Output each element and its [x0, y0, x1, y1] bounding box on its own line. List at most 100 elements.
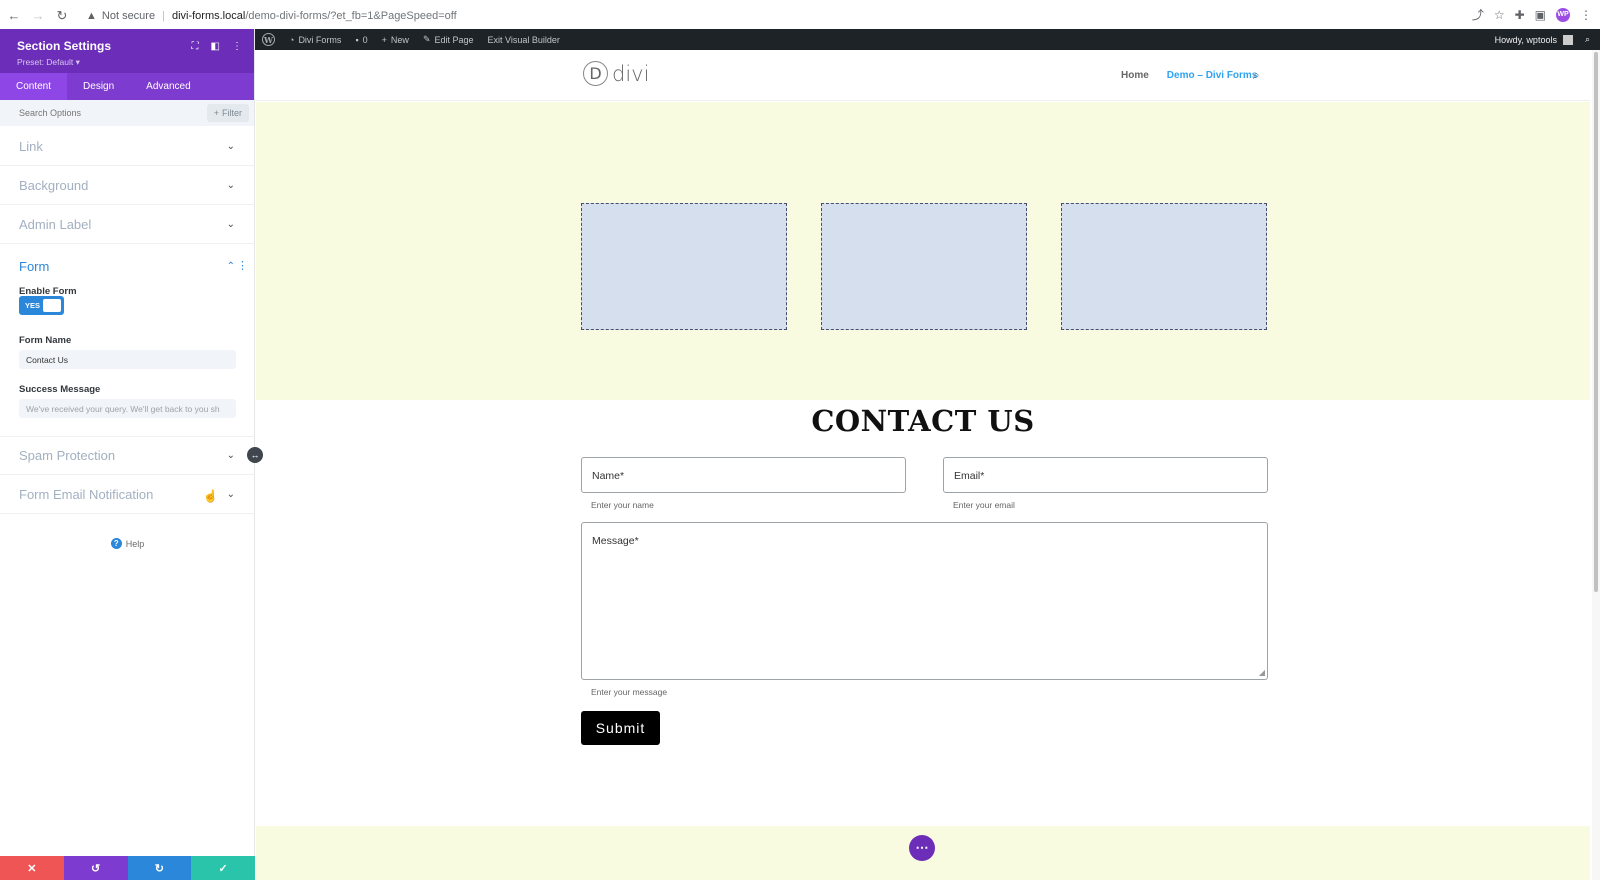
toggle-admin-label[interactable]: Admin Label ⌄ — [0, 205, 255, 244]
wp-account-area[interactable]: Howdy, wptools ⌕ — [1495, 34, 1590, 45]
plus-icon: + — [213, 108, 219, 118]
site-name-link[interactable]: ◔ Divi Forms — [282, 35, 348, 45]
chevron-down-icon: ⌄ — [226, 140, 235, 152]
greeting-label: Howdy, wptools — [1494, 34, 1557, 45]
message-help-text: Enter your message — [591, 687, 668, 697]
toggle-label: Admin Label — [19, 216, 92, 232]
security-label: Not secure — [101, 9, 156, 22]
wp-admin-bar: W ◔ Divi Forms ▪ 0 + New ✎ Edit Page Exi… — [255, 29, 1600, 50]
success-message-label: Success Message — [19, 384, 101, 395]
edit-page-link[interactable]: ✎ Edit Page — [416, 34, 481, 45]
logo-text: divi — [612, 61, 650, 86]
reload-icon[interactable]: ↻ — [52, 6, 72, 26]
textarea-resize-icon[interactable]: ◢ — [1259, 668, 1265, 677]
toggle-label: Background — [19, 177, 89, 193]
submit-button[interactable]: Submit — [581, 711, 660, 745]
help-icon: ? — [110, 538, 122, 549]
nav-item-demo-divi-forms[interactable]: Demo – Divi Forms — [1167, 70, 1258, 81]
checkmark-icon: ✓ — [218, 862, 228, 875]
panel-header-actions: ⛶ ◧ ⋮ — [192, 41, 242, 52]
exit-builder-label: Exit Visual Builder — [487, 34, 560, 45]
placeholder-column-2[interactable] — [821, 203, 1027, 330]
close-icon: ✕ — [27, 862, 37, 875]
undo-icon: ↺ — [91, 862, 101, 875]
user-avatar — [1562, 34, 1573, 45]
comment-icon: ▪ — [355, 34, 359, 45]
enable-form-toggle[interactable]: YES — [19, 296, 64, 315]
email-field[interactable]: Email* — [943, 457, 1268, 493]
email-help-text: Enter your email — [953, 500, 1015, 510]
new-content-link[interactable]: + New — [375, 35, 416, 45]
address-bar[interactable]: ▲ Not secure | divi-forms.local /demo-di… — [86, 10, 457, 22]
profile-avatar[interactable]: WP — [1556, 7, 1570, 22]
section-settings-panel: Section Settings Preset: Default ▾ ⛶ ◧ ⋮… — [0, 29, 255, 880]
tab-design[interactable]: Design — [67, 73, 130, 100]
wp-logo-button[interactable]: W — [255, 33, 282, 46]
panel-resize-handle[interactable]: ↔ — [247, 447, 263, 463]
success-message-input[interactable]: We've received your query. We'll get bac… — [19, 399, 236, 418]
group-options-icon[interactable]: ⋮ — [237, 259, 248, 272]
comments-link[interactable]: ▪ 0 — [348, 35, 374, 45]
site-nav: Home Demo – Divi Forms — [1121, 70, 1257, 81]
forward-icon[interactable]: → — [28, 6, 48, 26]
tab-advanced[interactable]: Advanced — [130, 73, 206, 100]
site-logo[interactable]: D divi — [583, 61, 649, 86]
dashboard-icon: ◔ — [289, 34, 295, 45]
browser-menu-icon[interactable]: ⋮ — [1580, 8, 1592, 22]
filter-button[interactable]: + Filter — [206, 104, 249, 122]
more-options-icon[interactable]: ⋮ — [232, 41, 242, 52]
extensions-icon[interactable]: ✚ — [1515, 8, 1525, 22]
form-name-input[interactable]: Contact Us — [19, 350, 236, 369]
nav-item-home[interactable]: Home — [1121, 70, 1149, 81]
site-header: D divi Home Demo – Divi Forms ⌕ — [256, 50, 1590, 101]
top-section[interactable] — [256, 102, 1590, 400]
contact-heading: CONTACT US — [811, 404, 1035, 438]
builder-menu-button[interactable]: ⋯ — [909, 835, 935, 861]
exit-visual-builder-link[interactable]: Exit Visual Builder — [481, 35, 567, 45]
name-help-text: Enter your name — [591, 500, 654, 510]
sidebar-icon[interactable]: ▣ — [1535, 8, 1546, 22]
site-name-label: Divi Forms — [298, 34, 342, 45]
browser-actions: ⤴ ☆ ✚ ▣ WP ⋮ — [1472, 6, 1592, 23]
undo-button[interactable]: ↺ — [63, 856, 128, 880]
chevron-up-icon[interactable]: ⌃ — [227, 261, 235, 272]
share-icon[interactable]: ⤴ — [1472, 6, 1484, 23]
help-label: Help — [125, 538, 145, 549]
url-path: /demo-divi-forms/?et_fb=1&PageSpeed=off — [245, 9, 457, 22]
message-field[interactable]: Message* ◢ — [581, 522, 1268, 680]
wordpress-icon: W — [262, 33, 275, 46]
search-icon[interactable]: ⌕ — [1585, 34, 1590, 45]
placeholder-column-1[interactable] — [581, 203, 787, 330]
panel-footer: ✕ ↺ ↻ ✓ — [0, 856, 255, 880]
placeholder-column-3[interactable] — [1061, 203, 1267, 330]
url-divider: | — [162, 9, 165, 22]
redo-button[interactable]: ↻ — [127, 856, 192, 880]
search-options-input[interactable] — [19, 108, 189, 118]
name-field[interactable]: Name* — [581, 457, 906, 493]
plus-icon: + — [381, 34, 387, 45]
warning-icon: ▲ — [86, 9, 97, 22]
dock-icon[interactable]: ◧ — [211, 41, 220, 52]
tab-content[interactable]: Content — [0, 73, 68, 100]
back-icon[interactable]: ← — [4, 6, 24, 26]
save-button[interactable]: ✓ — [191, 856, 255, 880]
discard-button[interactable]: ✕ — [0, 856, 64, 880]
help-link[interactable]: ? Help — [0, 538, 255, 549]
form-toggle-title[interactable]: Form — [19, 259, 49, 274]
chevron-down-icon: ⌄ — [226, 488, 235, 500]
toggle-background[interactable]: Background ⌄ — [0, 166, 255, 205]
name-field-label: Name* — [592, 470, 625, 482]
edit-page-label: Edit Page — [434, 34, 474, 45]
bookmark-star-icon[interactable]: ☆ — [1494, 8, 1505, 22]
site-search-icon[interactable]: ⌕ — [1253, 68, 1260, 83]
page-scrollbar-thumb[interactable] — [1594, 52, 1598, 592]
preset-selector[interactable]: Preset: Default ▾ — [17, 57, 237, 68]
filter-label: Filter — [222, 108, 242, 118]
message-field-label: Message* — [592, 535, 639, 547]
toggle-form-open: Form ⌃ ⋮ Enable Form YES Form Name Conta… — [0, 254, 255, 436]
panel-tabs: Content Design Advanced — [0, 73, 254, 100]
fullscreen-icon[interactable]: ⛶ — [192, 41, 199, 52]
toggle-link[interactable]: Link ⌄ — [0, 127, 255, 166]
toggle-spam-protection[interactable]: Spam Protection ⌄ — [0, 436, 255, 475]
hand-cursor-icon: ☝ — [203, 489, 218, 503]
